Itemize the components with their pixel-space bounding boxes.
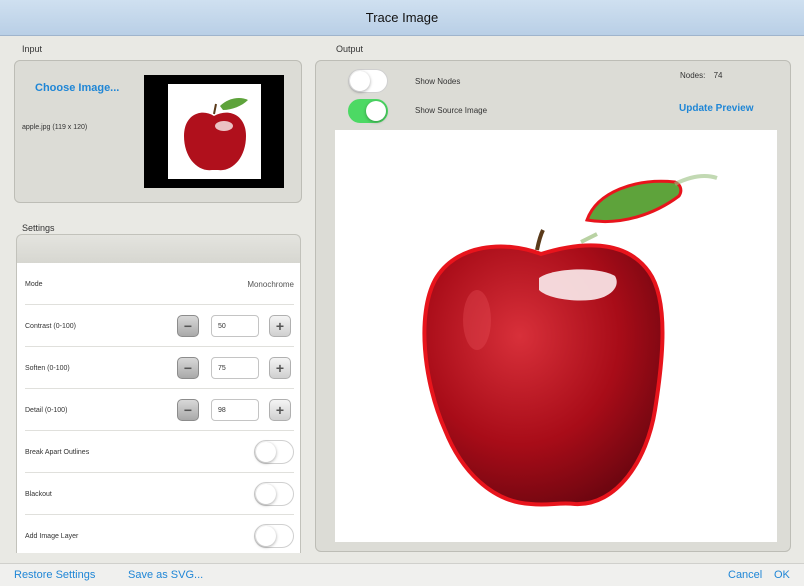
show-source-image-label: Show Source Image [415,106,488,115]
soften-input[interactable]: 75 [211,357,259,379]
soften-decrement-button[interactable]: − [177,357,199,379]
contrast-label: Contrast (0-100) [25,322,76,330]
minus-icon: − [183,360,193,376]
save-svg-button[interactable]: Save as SVG... [128,569,203,581]
trace-preview [335,130,777,542]
add-image-layer-label: Add Image Layer [25,532,79,540]
soften-row: Soften (0-100) − 75 + [17,347,300,389]
input-section-label: Input [22,44,43,54]
break-apart-toggle[interactable] [254,440,294,464]
minus-icon: − [183,318,193,334]
contrast-row: Contrast (0-100) − 50 + [17,305,300,347]
mode-row[interactable]: Mode Monochrome [17,263,300,305]
break-apart-row: Break Apart Outlines [17,431,300,473]
detail-decrement-button[interactable]: − [177,399,199,421]
settings-section-label: Settings [22,223,55,233]
restore-settings-button[interactable]: Restore Settings [14,569,95,581]
thumbnail-canvas [168,84,261,179]
plus-icon: + [275,318,285,334]
blackout-row: Blackout [17,473,300,515]
input-thumbnail [144,75,284,188]
mode-label: Mode [25,280,43,288]
show-nodes-label: Show Nodes [415,77,461,86]
add-image-layer-toggle[interactable] [254,524,294,548]
apple-thumbnail-image [184,98,248,171]
show-nodes-toggle[interactable] [348,69,388,93]
plus-icon: + [275,360,285,376]
mode-value: Monochrome [247,279,294,289]
add-image-layer-row: Add Image Layer [17,515,300,553]
bottom-toolbar: Restore Settings Save as SVG... Cancel O… [0,563,804,586]
title-bar: Trace Image [0,0,804,36]
blackout-label: Blackout [25,490,52,498]
output-section-label: Output [336,44,364,54]
contrast-input[interactable]: 50 [211,315,259,337]
file-info: apple.jpg (119 x 120) [22,124,88,131]
update-preview-button[interactable]: Update Preview [679,103,753,114]
nodes-label: Nodes: [680,71,706,80]
contrast-increment-button[interactable]: + [269,315,291,337]
traced-apple-image [422,174,718,507]
contrast-decrement-button[interactable]: − [177,315,199,337]
nodes-count: Nodes: 74 [680,71,723,80]
blackout-toggle[interactable] [254,482,294,506]
cancel-button[interactable]: Cancel [728,569,762,581]
ok-button[interactable]: OK [774,569,790,581]
nodes-value: 74 [713,71,723,80]
choose-image-button[interactable]: Choose Image... [35,82,119,94]
soften-increment-button[interactable]: + [269,357,291,379]
break-apart-label: Break Apart Outlines [25,448,90,456]
detail-label: Detail (0-100) [25,406,68,414]
detail-increment-button[interactable]: + [269,399,291,421]
show-source-image-toggle[interactable] [348,99,388,123]
minus-icon: − [183,402,193,418]
detail-input[interactable]: 98 [211,399,259,421]
settings-list: Mode Monochrome Contrast (0-100) − 50 + … [16,263,301,553]
window-title: Trace Image [365,10,439,25]
detail-row: Detail (0-100) − 98 + [17,389,300,431]
settings-header [16,234,301,264]
plus-icon: + [275,402,285,418]
soften-label: Soften (0-100) [25,364,70,372]
